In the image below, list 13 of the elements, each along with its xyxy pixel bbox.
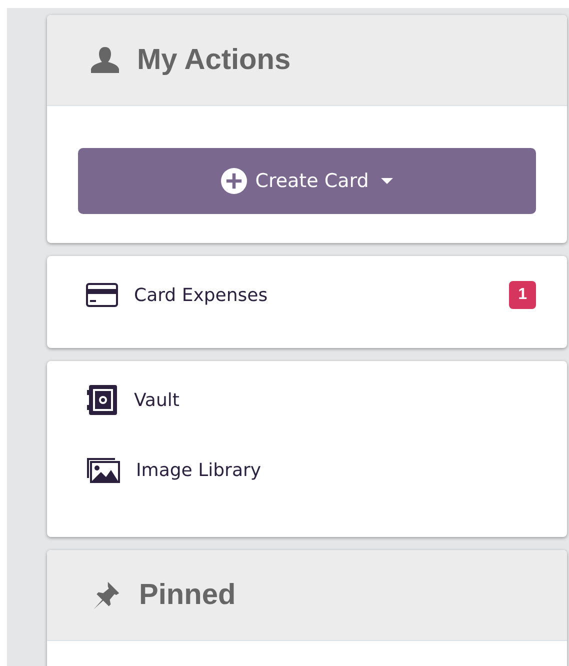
caret-icon: [380, 178, 393, 184]
menu-item[interactable]: Image Library: [86, 455, 536, 485]
count-badge: 1: [509, 281, 536, 309]
person-icon: [91, 47, 119, 73]
image-icon: [86, 457, 120, 483]
menu-item[interactable]: Vault: [86, 385, 536, 415]
safe-icon: [86, 384, 118, 416]
credit-card-icon: [86, 283, 118, 307]
menu-item[interactable]: Card Expenses 1: [86, 280, 536, 310]
panel-title: My Actions: [137, 44, 291, 76]
panel-title: Pinned: [139, 578, 236, 612]
plus-circle-icon: [221, 168, 248, 194]
create-card-button[interactable]: Create Card: [78, 148, 536, 214]
